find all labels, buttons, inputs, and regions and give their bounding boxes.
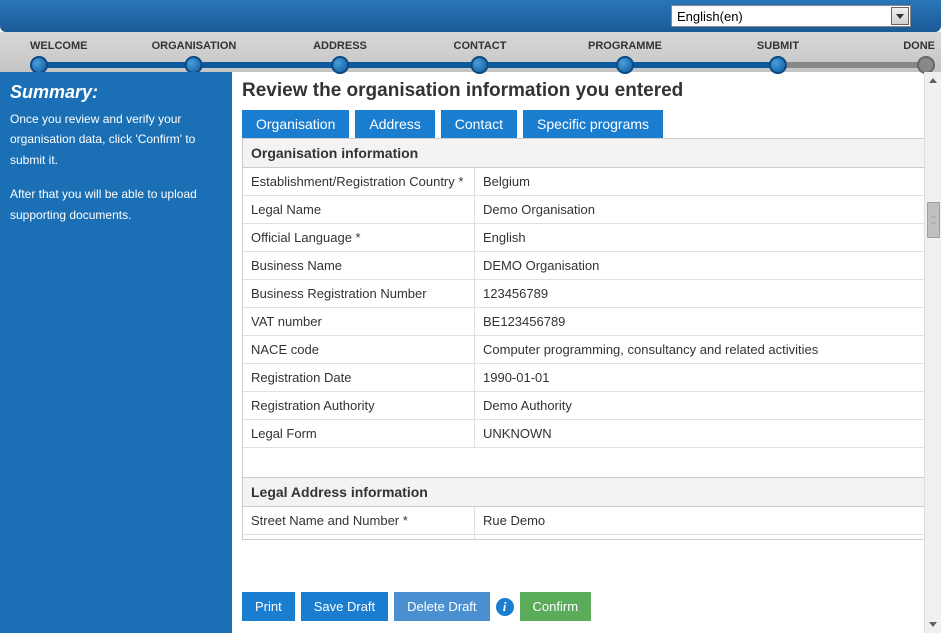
table-row: NACE codeComputer programming, consultan… xyxy=(243,336,930,364)
step-address[interactable]: ADDRESS xyxy=(313,40,367,74)
print-button[interactable]: Print xyxy=(242,592,295,621)
scroll-up-arrow-icon[interactable] xyxy=(925,72,941,89)
dropdown-arrow-icon xyxy=(891,7,909,25)
tab-address[interactable]: Address xyxy=(355,110,434,138)
table-row: Business Registration Number123456789 xyxy=(243,280,930,308)
sidebar-title: Summary: xyxy=(10,82,222,103)
table-row: VAT numberBE123456789 xyxy=(243,308,930,336)
tab-row: Organisation Address Contact Specific pr… xyxy=(242,110,931,138)
review-table[interactable]: Organisation information Establishment/R… xyxy=(242,138,931,540)
action-bar: Print Save Draft Delete Draft i Confirm xyxy=(242,592,591,621)
step-organisation[interactable]: ORGANISATION xyxy=(152,40,237,74)
tab-organisation[interactable]: Organisation xyxy=(242,110,349,138)
table-row: Legal FormUNKNOWN xyxy=(243,420,930,448)
page-title: Review the organisation information you … xyxy=(242,80,931,102)
step-done: DONE xyxy=(903,40,935,74)
delete-draft-button[interactable]: Delete Draft xyxy=(394,592,489,621)
progress-stepper: WELCOME ORGANISATION ADDRESS CONTACT PRO… xyxy=(0,32,941,72)
vertical-scrollbar[interactable] xyxy=(924,72,941,633)
table-row: Official Language *English xyxy=(243,224,930,252)
summary-sidebar: Summary: Once you review and verify your… xyxy=(0,72,232,633)
step-line-inactive xyxy=(778,62,921,68)
language-select[interactable]: English(en) xyxy=(671,5,911,27)
main-content: Review the organisation information you … xyxy=(232,72,941,633)
table-row: Establishment/Registration Country *Belg… xyxy=(243,168,930,196)
table-row: Street Name and Number *Rue Demo xyxy=(243,507,930,535)
table-row: Business NameDEMO Organisation xyxy=(243,252,930,280)
table-row: Registration AuthorityDemo Authority xyxy=(243,392,930,420)
scroll-down-arrow-icon[interactable] xyxy=(925,616,941,633)
section-legal-address: Legal Address information xyxy=(243,478,930,507)
sidebar-text-2: After that you will be able to upload su… xyxy=(10,184,222,225)
save-draft-button[interactable]: Save Draft xyxy=(301,592,388,621)
table-row: Legal NameDemo Organisation xyxy=(243,196,930,224)
confirm-button[interactable]: Confirm xyxy=(520,592,592,621)
tab-contact[interactable]: Contact xyxy=(441,110,517,138)
step-submit[interactable]: SUBMIT xyxy=(757,40,799,74)
language-selected-text: English(en) xyxy=(677,9,743,24)
table-row: Registration Date1990-01-01 xyxy=(243,364,930,392)
info-icon[interactable]: i xyxy=(496,598,514,616)
section-gap xyxy=(243,448,930,478)
table-row: P.O. Box1 xyxy=(243,535,930,540)
section-organisation-info: Organisation information xyxy=(243,139,930,168)
tab-specific-programs[interactable]: Specific programs xyxy=(523,110,663,138)
sidebar-text-1: Once you review and verify your organisa… xyxy=(10,109,222,170)
scrollbar-thumb[interactable] xyxy=(927,202,940,238)
step-contact[interactable]: CONTACT xyxy=(454,40,507,74)
top-bar: English(en) xyxy=(0,0,941,32)
step-programme[interactable]: PROGRAMME xyxy=(588,40,662,74)
step-welcome[interactable]: WELCOME xyxy=(30,40,87,74)
